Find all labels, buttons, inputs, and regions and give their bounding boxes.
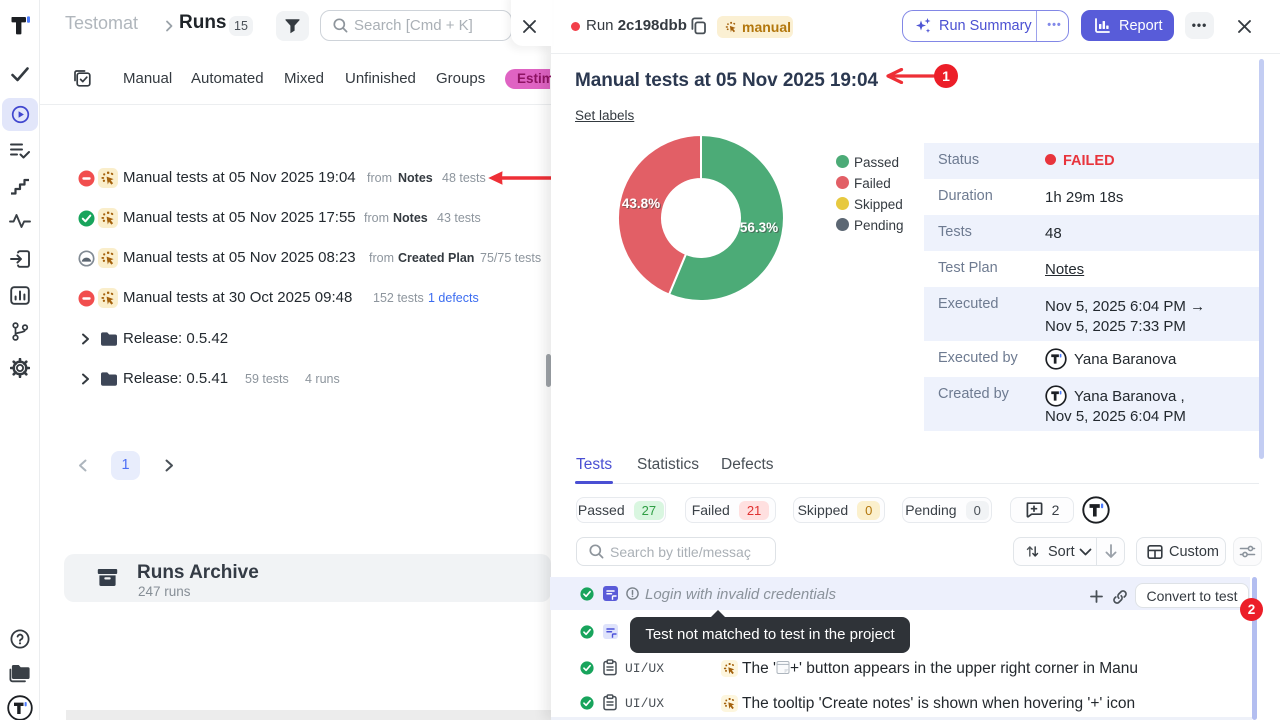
svg-text:56.3%: 56.3%	[740, 220, 778, 235]
svg-text:43.8%: 43.8%	[622, 196, 660, 211]
